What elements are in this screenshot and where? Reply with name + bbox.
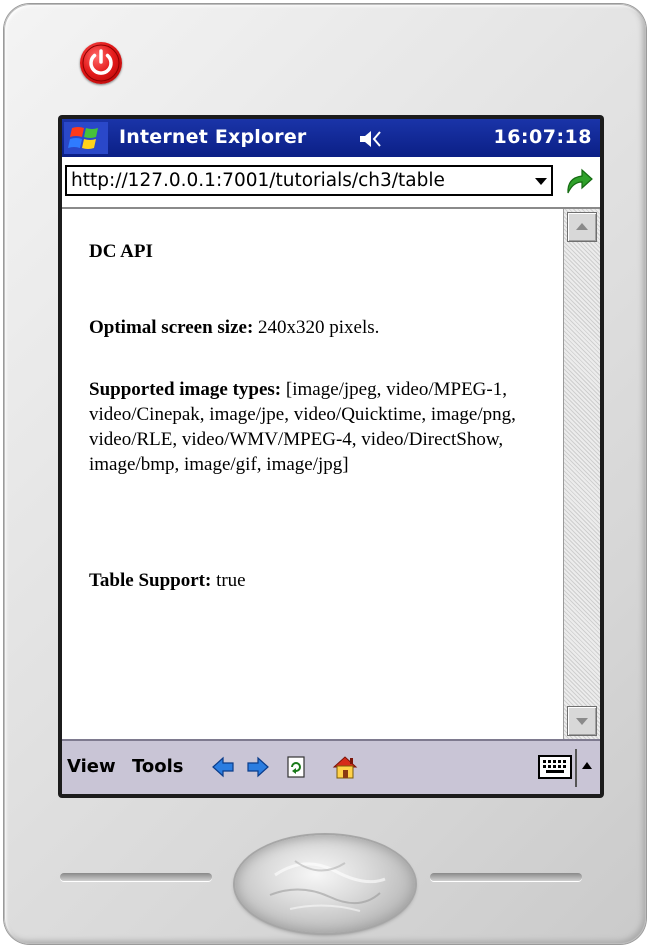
- vertical-scrollbar[interactable]: [563, 209, 600, 739]
- image-types-label: Supported image types:: [89, 379, 282, 400]
- screen-size-row: Optimal screen size: 240x320 pixels.: [89, 315, 529, 340]
- title-bar: Internet Explorer 16:07:18: [62, 119, 600, 157]
- windows-flag-icon[interactable]: [64, 122, 108, 154]
- screen: Internet Explorer 16:07:18 http://127.0.…: [62, 119, 600, 794]
- table-support-row: Table Support: true: [89, 568, 529, 593]
- scroll-up-button[interactable]: [567, 212, 597, 242]
- refresh-icon[interactable]: [283, 754, 309, 780]
- go-arrow-icon[interactable]: [562, 166, 594, 196]
- address-input[interactable]: http://127.0.0.1:7001/tutorials/ch3/tabl…: [65, 165, 553, 196]
- scroll-down-button[interactable]: [567, 706, 597, 736]
- chevron-down-icon: [576, 718, 588, 725]
- app-title: Internet Explorer: [119, 126, 307, 148]
- nav-pad-texture: [269, 860, 386, 912]
- keyboard-icon[interactable]: [538, 755, 572, 779]
- forward-arrow-icon[interactable]: [244, 754, 270, 780]
- clock[interactable]: 16:07:18: [493, 126, 592, 148]
- device-grille-left: [60, 873, 212, 881]
- chevron-down-icon[interactable]: [532, 169, 550, 193]
- device-grille-right: [430, 873, 582, 881]
- speaker-icon[interactable]: [358, 128, 384, 150]
- command-bar: View Tools: [62, 739, 600, 794]
- chevron-up-icon: [576, 223, 588, 230]
- navigation-pad[interactable]: [235, 835, 415, 933]
- screen-size-value: 240x320 pixels.: [258, 317, 380, 338]
- table-support-label: Table Support:: [89, 570, 212, 591]
- table-support-value: true: [216, 570, 246, 591]
- content-heading: DC API: [89, 241, 153, 262]
- chevron-up-icon[interactable]: [580, 759, 594, 773]
- home-icon[interactable]: [332, 754, 358, 780]
- back-arrow-icon[interactable]: [211, 754, 237, 780]
- menu-tools[interactable]: Tools: [132, 756, 184, 777]
- menu-view[interactable]: View: [67, 756, 116, 777]
- page-content: DC API Optimal screen size: 240x320 pixe…: [62, 209, 563, 739]
- power-icon[interactable]: [80, 42, 122, 84]
- address-bar: http://127.0.0.1:7001/tutorials/ch3/tabl…: [62, 157, 600, 207]
- screen-size-label: Optimal screen size:: [89, 317, 254, 338]
- input-panel-separator: [575, 749, 577, 787]
- image-types-row: Supported image types: [image/jpeg, vide…: [89, 377, 529, 477]
